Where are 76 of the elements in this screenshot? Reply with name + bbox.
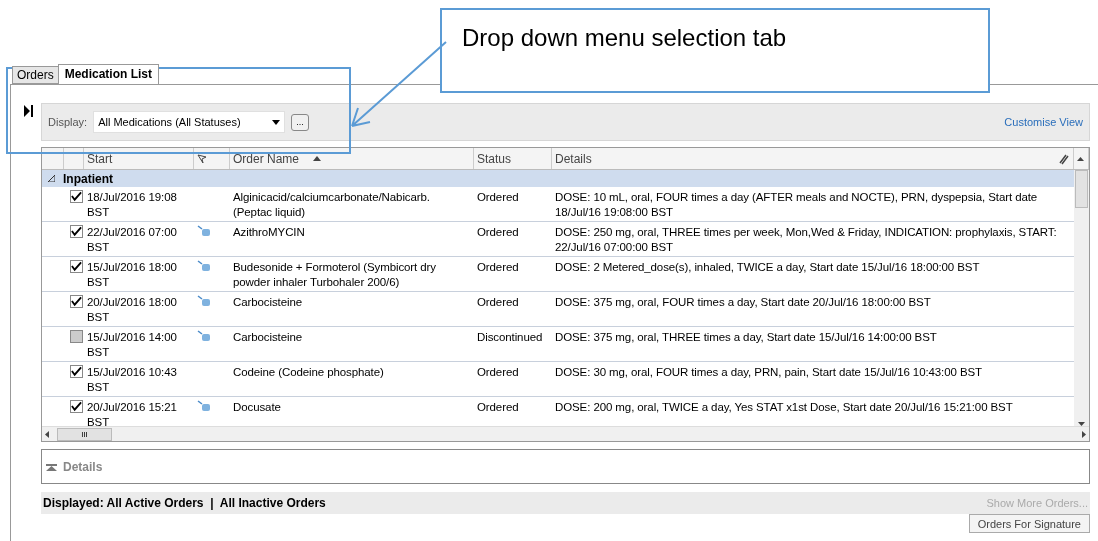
- order-row[interactable]: 18/Jul/2016 19:08 BST Alginicacid/calciumcarbonate/Nabicarb. (Peptac liquid) Ordered DOSE: 10 mL, oral, FOUR times a day (AFTER meals and NOCTE), PRN, dyspepsia, Start date 18/Jul/16 19:08:00 BST: [42, 187, 1074, 222]
- table-cell-text: Carbocisteine: [232, 330, 303, 345]
- order-row[interactable]: 15/Jul/2016 14:00 BST Carbocisteine Discontinued DOSE: 375 mg, oral, THREE times a day, Start date 15/Jul/16 14:00:00 BST: [42, 327, 1074, 362]
- table-cell-text: Discontinued: [476, 330, 544, 345]
- expand-sidebar-icon[interactable]: [24, 105, 33, 117]
- details-panel[interactable]: Details: [41, 449, 1090, 484]
- display-dropdown[interactable]: All Medications (All Statuses): [93, 111, 286, 133]
- column-header: Start: [87, 151, 113, 166]
- dropdown-caret-icon: [272, 119, 281, 125]
- scroll-left-icon[interactable]: [45, 430, 49, 438]
- table-cell-text: Alginicacid/calciumcarbonate/Nabicarb. (Peptac liquid): [232, 190, 431, 220]
- table-cell-text: DOSE: 200 mg, oral, TWICE a day, Yes STAT x1st Dose, Start date 20/Jul/16 15:21:00 BST: [554, 400, 1014, 415]
- group-row[interactable]: Inpatient: [42, 170, 1074, 187]
- table-cell-text: Ordered: [476, 190, 520, 205]
- scroll-up-icon: [1077, 156, 1084, 161]
- checkbox[interactable]: [70, 225, 83, 238]
- table-cell-text: 22/Jul/2016 07:00 BST: [86, 225, 178, 255]
- table-cell-text: Ordered: [476, 400, 520, 415]
- table-cell-text: DOSE: 2 Metered_dose(s), inhaled, TWICE a day, Start date 15/Jul/16 18:00:00 BST: [554, 260, 981, 275]
- group-label: Inpatient: [63, 171, 113, 186]
- tab[interactable]: Orders: [12, 66, 59, 84]
- annotation-callout: Drop down menu selection tab: [440, 8, 990, 93]
- customise-view-link[interactable]: Customise View: [1004, 116, 1083, 128]
- table-cell-text: Docusate: [232, 400, 282, 415]
- table-cell-text: 15/Jul/2016 10:43 BST: [86, 365, 178, 395]
- column-header: Status: [477, 151, 512, 166]
- table-cell-text: 15/Jul/2016 18:00 BST: [86, 260, 178, 290]
- table-cell-text: Budesonide + Formoterol (Symbicort dry powder inhaler Turbohaler 200/6): [232, 260, 437, 290]
- table-cell-text: AzithroMYCIN: [232, 225, 306, 240]
- table-cell-text: Ordered: [476, 225, 520, 240]
- check-icon: [71, 191, 82, 202]
- checkbox[interactable]: [70, 295, 83, 308]
- table-cell-text: DOSE: 250 mg, oral, THREE times per week, Mon,Wed & Friday, INDICATION: prophylaxis, START: 22/Jul/16 07:00:00 BST: [554, 225, 1058, 255]
- expand-icon: [46, 462, 57, 471]
- table-cell-text: DOSE: 30 mg, oral, FOUR times a day, PRN, pain, Start date 15/Jul/16 10:43:00 BST: [554, 365, 983, 380]
- table-cell-text: DOSE: 10 mL, oral, FOUR times a day (AFTER meals and NOCTE), PRN, dyspepsia, Start date 18/Jul/16 19:08:00 BST: [554, 190, 1039, 220]
- more-button[interactable]: ...: [291, 113, 310, 131]
- column-chooser-icon[interactable]: [1058, 152, 1070, 165]
- scroll-right-icon[interactable]: [1082, 430, 1086, 438]
- check-icon: [71, 366, 82, 377]
- table-cell-text: Ordered: [476, 365, 520, 380]
- check-icon: [71, 261, 82, 272]
- display-label: Display:: [48, 116, 88, 128]
- checkbox[interactable]: [70, 190, 83, 203]
- table-cell-text: DOSE: 375 mg, oral, FOUR times a day, Start date 20/Jul/16 18:00:00 BST: [554, 295, 932, 310]
- flag-icon: [197, 153, 207, 164]
- table-cell-text: 15/Jul/2016 14:00 BST: [86, 330, 178, 360]
- table-cell-text: 18/Jul/2016 19:08 BST: [86, 190, 178, 220]
- check-icon: [71, 296, 82, 307]
- table-cell-text: 20/Jul/2016 15:21 BST: [86, 400, 178, 426]
- order-row[interactable]: 15/Jul/2016 10:43 BST Codeine (Codeine phosphate) Ordered DOSE: 30 mg, oral, FOUR times a day, PRN, pain, Start date 15/Jul/16 10:43:00 BST: [42, 362, 1074, 397]
- tab[interactable]: Medication List: [57, 64, 160, 84]
- column-header: Details: [555, 151, 592, 166]
- orders-for-signature-button[interactable]: Orders For Signature: [968, 514, 1090, 533]
- table-cell-text: Ordered: [476, 295, 520, 310]
- collapse-icon: [48, 175, 55, 182]
- details-label: Details: [63, 459, 103, 474]
- order-row[interactable]: 22/Jul/2016 07:00 BST AzithroMYCIN Ordered DOSE: 250 mg, oral, THREE times per week, Mon,Wed & Friday, INDICATION: prophylaxis, START: 22/Jul/16 07:00:00 BST: [42, 222, 1074, 257]
- order-row[interactable]: 20/Jul/2016 18:00 BST Carbocisteine Ordered DOSE: 375 mg, oral, FOUR times a day, Start date 20/Jul/16 18:00:00 BST: [42, 292, 1074, 327]
- checkbox[interactable]: [70, 260, 83, 273]
- order-row[interactable]: 15/Jul/2016 18:00 BST Budesonide + Formoterol (Symbicort dry powder inhaler Turbohaler 200/6) Ordered DOSE: 2 Metered_dose(s), inhaled, TWICE a day, Start date 15/Jul/16 18:00:00 BST: [42, 257, 1074, 292]
- sort-ascending-icon: [313, 156, 322, 161]
- checkbox[interactable]: [70, 400, 83, 413]
- checkbox[interactable]: [70, 365, 83, 378]
- checkbox[interactable]: [70, 330, 83, 343]
- displayed-orders-text: Displayed: All Active Orders | All Inactive Orders: [43, 496, 326, 510]
- table-cell-text: Ordered: [476, 260, 520, 275]
- scrollbar-thumb[interactable]: [1075, 170, 1088, 208]
- table-cell-text: 20/Jul/2016 18:00 BST: [86, 295, 178, 325]
- table-cell-text: DOSE: 375 mg, oral, THREE times a day, Start date 15/Jul/16 14:00:00 BST: [554, 330, 938, 345]
- table-cell-text: Carbocisteine: [232, 295, 303, 310]
- check-icon: [71, 401, 82, 412]
- table-cell-text: Codeine (Codeine phosphate): [232, 365, 385, 380]
- check-icon: [71, 226, 82, 237]
- column-header: Order Name: [233, 151, 300, 166]
- scrollbar-thumb: III: [57, 427, 112, 441]
